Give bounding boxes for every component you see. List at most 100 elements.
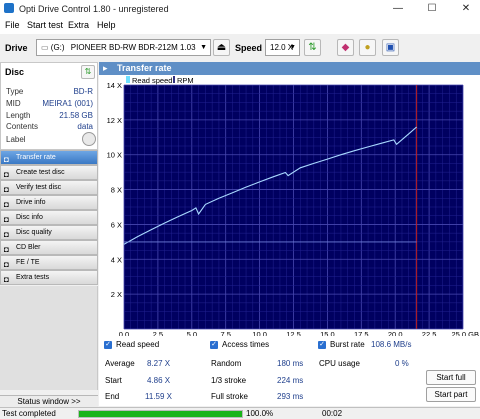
average-value: 8.27 X	[147, 359, 171, 368]
nav-empty-area	[0, 286, 98, 390]
y-tick-label: 14 X	[107, 81, 122, 90]
nav-item-label: Drive info	[16, 199, 46, 206]
transfer-rate-chart: 2 X4 X6 X8 X10 X12 X14 X0.0 2.5 5.0 7.5 10.0…	[107, 76, 479, 336]
end-value: 11.59 X	[145, 392, 172, 401]
nav-item-disc-quality[interactable]: ◘ Disc quality	[0, 225, 98, 240]
drive-label: Drive	[5, 43, 28, 53]
nav-item-label: Disc quality	[16, 229, 52, 236]
full-stroke-label: Full stroke	[211, 392, 248, 401]
menu-bar: File Start test Extra Help	[0, 18, 480, 34]
y-tick-label: 2 X	[111, 290, 122, 299]
nav-item-label: Extra tests	[16, 274, 50, 281]
random-value: 180 ms	[277, 359, 304, 368]
drive-letter: (G:)	[50, 43, 65, 52]
one-third-stroke-value: 224 ms	[277, 376, 304, 385]
status-bar: Test completed 100.0% 00:02	[0, 407, 480, 419]
disc-length-label: Length	[6, 111, 31, 120]
progress-percent: 100.0%	[246, 409, 274, 418]
legend-label-rpm: RPM	[177, 76, 194, 85]
close-button[interactable]: ✕	[452, 0, 480, 18]
start-part-button[interactable]: Start part	[426, 387, 476, 402]
burst-rate-value: 108.6 MB/s	[371, 340, 412, 349]
chart-header: ▸ Transfer rate	[99, 62, 480, 75]
menu-help[interactable]: Help	[97, 20, 116, 30]
erase-icon[interactable]: ◆	[337, 39, 354, 56]
y-tick-label: 4 X	[111, 255, 122, 264]
chevron-down-icon: ▼	[289, 44, 296, 51]
access-times-label: Access times	[222, 340, 270, 349]
nav-item-transfer-rate[interactable]: ◘ Transfer rate	[0, 150, 98, 165]
stats-panel: ✓ Read speed ✓ Access times ✓ Burst rate…	[99, 336, 480, 406]
drive-name: PIONEER BD-RW BDR-212M 1.03	[70, 43, 196, 52]
nav-item-label: Create test disc	[16, 169, 65, 176]
random-label: Random	[211, 359, 242, 368]
window-title: Opti Drive Control 1.80 - unregistered	[19, 4, 169, 14]
extra-tests-icon: ◘	[4, 275, 9, 284]
y-tick-label: 6 X	[111, 220, 122, 229]
speed-label: Speed	[235, 43, 263, 53]
disc-type-value: BD-R	[73, 87, 93, 96]
legend-label-read-speed: Read speed	[132, 76, 172, 85]
disc-length-value: 21.58 GB	[59, 111, 93, 120]
disc-panel: Disc ⇅ Type BD-R MID MEIRA1 (001) Length…	[0, 62, 98, 150]
menu-start-test[interactable]: Start test	[27, 20, 63, 30]
save-icon[interactable]: ▣	[382, 39, 399, 56]
access-times-checkbox[interactable]: ✓	[210, 341, 218, 349]
read-speed-label: Read speed	[116, 340, 160, 349]
refresh-icon[interactable]: ⇅	[304, 39, 321, 56]
y-tick-label: 10 X	[107, 151, 122, 160]
disc-mid-value: MEIRA1 (001)	[42, 99, 93, 108]
chart-panel: ▸ Transfer rate 2 X 4 X 6 X 8 X 10 X 12 X 14 X…	[99, 62, 480, 336]
nav-item-label: Transfer rate	[16, 154, 56, 161]
disc-header: Disc	[5, 67, 25, 77]
chart-title: Transfer rate	[117, 63, 172, 73]
nav-item-drive-info[interactable]: ◘ Drive info	[0, 195, 98, 210]
start-label: Start	[105, 376, 122, 385]
disc-contents-value: data	[77, 122, 93, 131]
legend-swatch-read-speed	[126, 76, 130, 83]
maximize-button[interactable]: ☐	[418, 0, 446, 18]
nav-item-extra-tests[interactable]: ◘ Extra tests	[0, 270, 98, 285]
nav-item-label: Disc info	[16, 214, 43, 221]
end-label: End	[105, 392, 120, 401]
start-full-button[interactable]: Start full	[426, 370, 476, 385]
nav-item-disc-info[interactable]: ◘ Disc info	[0, 210, 98, 225]
nav-item-create-test-disc[interactable]: ◘ Create test disc	[0, 165, 98, 180]
speed-select[interactable]: 12.0 X ▼	[265, 39, 300, 56]
disc-type-label: Type	[6, 87, 24, 96]
nav-item-verify-test-disc[interactable]: ◘ Verify test disc	[0, 180, 98, 195]
toolbar: Drive ▭ (G:) PIONEER BD-RW BDR-212M 1.03…	[0, 36, 480, 60]
progress-bar	[78, 410, 243, 418]
chart-icon: ▸	[103, 63, 108, 73]
legend-swatch-rpm	[173, 76, 175, 83]
read-speed-checkbox[interactable]: ✓	[104, 341, 112, 349]
y-tick-label: 12 X	[107, 116, 122, 125]
drive-select[interactable]: ▭ (G:) PIONEER BD-RW BDR-212M 1.03 ▼	[36, 39, 211, 56]
elapsed-time: 00:02	[322, 409, 343, 418]
nav-item-cd-bler[interactable]: ◘ CD Bler	[0, 240, 98, 255]
nav-item-label: CD Bler	[16, 244, 41, 251]
nav-item-fe-te[interactable]: ◘ FE / TE	[0, 255, 98, 270]
copy-icon[interactable]: ●	[359, 39, 376, 56]
average-label: Average	[105, 359, 135, 368]
refresh-disc-icon[interactable]: ⇅	[81, 65, 95, 79]
app-icon	[4, 3, 14, 13]
menu-extra[interactable]: Extra	[68, 20, 89, 30]
status-text: Test completed	[2, 409, 56, 418]
one-third-stroke-label: 1/3 stroke	[211, 376, 247, 385]
minimize-button[interactable]: —	[384, 0, 412, 18]
burst-rate-label: Burst rate	[330, 340, 365, 349]
eject-icon[interactable]: ⏏	[213, 39, 230, 56]
start-value: 4.86 X	[147, 376, 171, 385]
nav-item-label: Verify test disc	[16, 184, 62, 191]
cpu-usage-value: 0 %	[395, 359, 409, 368]
menu-file[interactable]: File	[5, 20, 20, 30]
status-window-button[interactable]: Status window >>	[0, 395, 98, 407]
disc-mid-label: MID	[6, 99, 21, 108]
burst-rate-checkbox[interactable]: ✓	[318, 341, 326, 349]
disc-contents-label: Contents	[6, 122, 39, 131]
chevron-down-icon: ▼	[200, 44, 207, 51]
label-edit-icon[interactable]	[82, 132, 96, 146]
disc-label-label: Label	[6, 135, 26, 144]
y-tick-label: 8 X	[111, 186, 122, 195]
